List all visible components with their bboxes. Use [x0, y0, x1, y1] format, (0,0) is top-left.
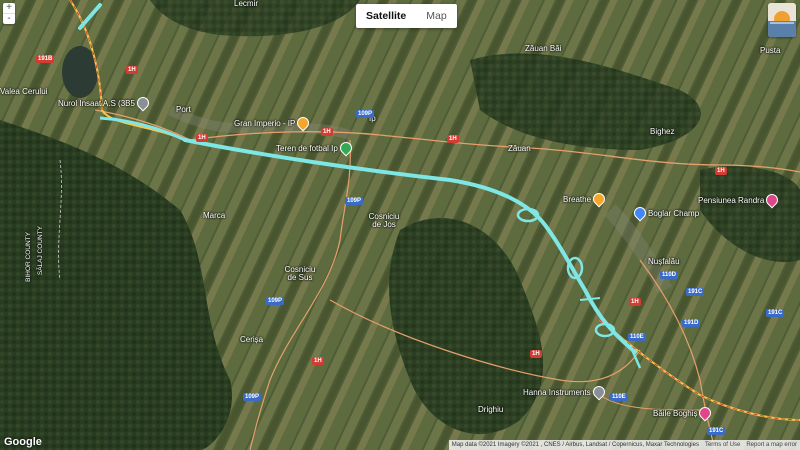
poi-nurol[interactable]: Nurol Insaat A.S (3B5 [58, 94, 152, 112]
road-shield-110e: 110E [628, 333, 646, 341]
road-shield-191c: 191C [766, 309, 785, 317]
road-shield-110d: 110D [660, 271, 679, 279]
corner-logo-icon[interactable] [768, 3, 796, 37]
poi-nurol-label: Nurol Insaat A.S (3B5 [58, 98, 135, 108]
poi-teren[interactable]: Teren de fotbal Ip [276, 139, 355, 157]
lodging-pin-icon [763, 191, 781, 209]
place-pusta: Pusta [760, 46, 781, 55]
lodging-pin-icon [696, 404, 714, 422]
poi-hanna-label: Hanna Instruments [523, 387, 591, 397]
place-cosniciu-de-sus: Cosniciu de Sus [284, 265, 316, 282]
road-shield-191c: 191C [686, 288, 705, 296]
lake [62, 46, 98, 98]
road-shield-110e: 110E [610, 393, 628, 401]
place-cerisa: Cerișa [240, 335, 264, 344]
google-logo: Google [4, 436, 42, 448]
road-shield-1h: 1H [715, 167, 727, 175]
road-shield-109p: 109P [266, 297, 285, 305]
place-valea-cerului: Valea Cerului [0, 87, 48, 96]
poi-boglar-label: Boglar Champ [648, 208, 700, 218]
map-type-toggle: Satellite Map [356, 4, 457, 28]
poi-hanna[interactable]: Hanna Instruments [523, 383, 608, 401]
road-shield-1h: 1H [629, 298, 641, 306]
satellite-map[interactable]: Lecmir Zăuan Băi Pusta Valea Cerului Por… [0, 0, 800, 450]
place-bighez: Bighez [650, 127, 675, 136]
poi-baile[interactable]: Băile Boghiș [653, 404, 714, 422]
road-shield-191c: 191C [707, 427, 726, 435]
shop-pin-icon [631, 204, 649, 222]
poi-breathe[interactable]: Breathe [563, 190, 608, 208]
place-marca: Marca [203, 211, 226, 220]
place-bihor-county: BIHOR COUNTY [25, 232, 32, 282]
road-shield-1h: 1H [126, 66, 138, 74]
road-shield-1h: 1H [196, 134, 208, 142]
zoom-out-button[interactable]: - [3, 14, 15, 24]
satellite-button[interactable]: Satellite [356, 4, 416, 28]
place-zauan-bai: Zăuan Băi [525, 44, 562, 53]
road-shield-1h: 1H [447, 135, 459, 143]
sunset-icon [768, 3, 796, 37]
location-pin-icon [590, 383, 608, 401]
place-zauan: Zăuan [508, 144, 531, 153]
place-nusfalau: Nușfalău [648, 257, 680, 266]
map-button[interactable]: Map [416, 4, 456, 28]
report-map-error-link[interactable]: Report a map error [746, 442, 797, 448]
cafe-pin-icon [590, 190, 608, 208]
road-shield-1h: 1H [321, 128, 333, 136]
poi-gran-imperio[interactable]: Gran Imperio - IP [234, 114, 312, 132]
road-shield-191d: 191D [682, 319, 701, 327]
poi-boglar[interactable]: Boglar Champ [631, 204, 700, 222]
place-lecmir: Lecmir [234, 0, 259, 8]
road-shield-1h: 1H [312, 357, 324, 365]
poi-teren-label: Teren de fotbal Ip [276, 143, 338, 153]
zoom-control: + - [3, 3, 15, 24]
poi-gran-imperio-label: Gran Imperio - IP [234, 118, 296, 128]
road-shield-109p: 109P [243, 393, 262, 401]
road-shield-191b: 191B [36, 55, 55, 63]
place-port: Port [176, 105, 191, 114]
road-shield-109p: 109P [356, 110, 375, 118]
poi-pensiunea-label: Pensiunea Randra [698, 195, 765, 205]
restaurant-pin-icon [294, 114, 312, 132]
attribution-bar: Map data ©2021 Imagery ©2021 , CNES / Ai… [448, 440, 800, 450]
poi-pensiunea[interactable]: Pensiunea Randra [698, 191, 781, 209]
place-salaj-county: SĂLAJ COUNTY [37, 226, 44, 276]
place-drighiu: Drighiu [478, 405, 504, 414]
poi-breathe-label: Breathe [563, 194, 592, 204]
place-cosniciu-de-jos: Cosniciu de Jos [368, 212, 400, 229]
attribution-text: Map data ©2021 Imagery ©2021 , CNES / Ai… [451, 442, 699, 448]
park-pin-icon [337, 139, 355, 157]
zoom-in-button[interactable]: + [3, 3, 15, 13]
location-pin-icon [134, 94, 152, 112]
road-shield-109p: 109P [345, 197, 364, 205]
road-shield-1h: 1H [530, 350, 542, 358]
poi-baile-label: Băile Boghiș [653, 408, 698, 418]
terms-link[interactable]: Terms of Use [705, 442, 740, 448]
